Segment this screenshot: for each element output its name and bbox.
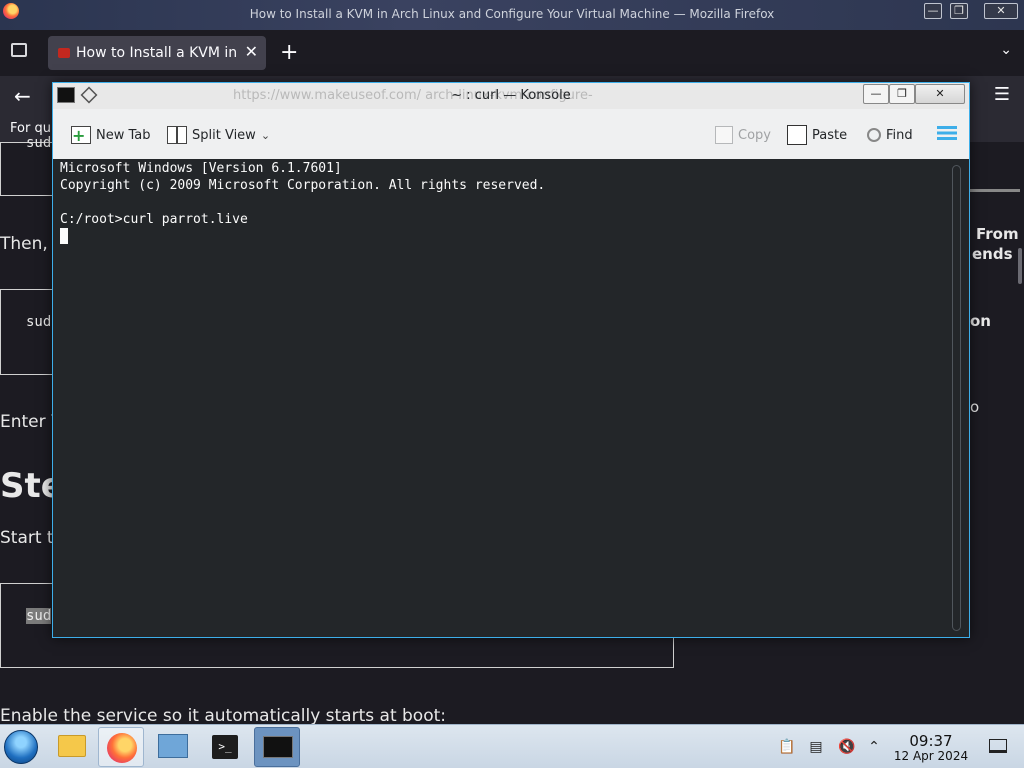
split-view-label: Split View bbox=[192, 127, 256, 143]
page-scrollbar[interactable] bbox=[1018, 248, 1022, 284]
clock-time[interactable]: 09:37 bbox=[900, 732, 962, 750]
volume-muted-icon[interactable]: 🔇 bbox=[838, 738, 855, 756]
sidebar-divider bbox=[968, 189, 1020, 192]
code-text: sud bbox=[26, 135, 52, 151]
terminal-line: C:/root>curl parrot.live bbox=[60, 212, 248, 227]
taskbar-item-terminal[interactable]: >_ bbox=[202, 727, 248, 767]
paste-icon bbox=[787, 125, 807, 145]
firefox-menu-icon[interactable]: ☰ bbox=[994, 84, 1010, 105]
konsole-maximize-button[interactable]: ❐ bbox=[889, 84, 915, 104]
folder-icon bbox=[58, 735, 86, 757]
find-button[interactable]: Find bbox=[867, 123, 913, 147]
firefox-close-button[interactable]: ✕ bbox=[984, 3, 1018, 19]
firefox-window-title: How to Install a KVM in Arch Linux and C… bbox=[249, 7, 775, 21]
terminal-line: Microsoft Windows [Version 6.1.7601] bbox=[60, 161, 342, 176]
terminal-output[interactable]: Microsoft Windows [Version 6.1.7601] Cop… bbox=[53, 159, 969, 637]
terminal-scrollbar[interactable] bbox=[952, 165, 961, 631]
firefox-tab-bar: How to Install a KVM in A ✕ + ⌄ bbox=[0, 30, 1024, 76]
konsole-icon bbox=[263, 736, 293, 758]
taskbar-item-remote-desktop[interactable] bbox=[150, 727, 196, 767]
sidebar-text[interactable]: ends bbox=[972, 245, 1013, 263]
firefox-icon bbox=[107, 733, 137, 763]
hamburger-menu-icon[interactable] bbox=[937, 126, 957, 140]
konsole-toolbar: New Tab Split View ⌄ Copy Paste Find bbox=[53, 109, 969, 159]
new-tab-label: New Tab bbox=[96, 127, 151, 143]
firefox-minimize-button[interactable]: — bbox=[924, 3, 942, 19]
taskbar-item-file-manager[interactable] bbox=[48, 727, 94, 767]
clipboard-icon[interactable]: 📋 bbox=[778, 738, 795, 756]
code-text: sud bbox=[26, 314, 52, 330]
tab-close-icon[interactable]: ✕ bbox=[245, 42, 258, 61]
firefox-tab-active[interactable]: How to Install a KVM in A ✕ bbox=[48, 36, 266, 70]
notes-icon[interactable]: ▤ bbox=[808, 738, 824, 756]
split-view-button[interactable]: Split View ⌄ bbox=[167, 123, 270, 147]
copy-button[interactable]: Copy bbox=[715, 123, 771, 147]
clock-date[interactable]: 12 Apr 2024 bbox=[893, 749, 969, 763]
chevron-up-icon[interactable]: ⌃ bbox=[866, 738, 882, 756]
bookmarks-hint: For qu bbox=[10, 121, 51, 136]
terminal-cursor bbox=[60, 228, 68, 244]
paste-button[interactable]: Paste bbox=[787, 123, 847, 147]
new-tab-button[interactable]: New Tab bbox=[71, 123, 151, 147]
konsole-window-title: ~ : curl — Konsole bbox=[451, 88, 571, 103]
back-arrow-icon[interactable]: ← bbox=[14, 84, 31, 108]
search-icon bbox=[867, 128, 881, 142]
new-tab-icon bbox=[71, 126, 91, 144]
sidebar-text[interactable]: on bbox=[970, 312, 991, 330]
konsole-titlebar[interactable]: https://www.makeuseof.com/ arch-linux-kv… bbox=[53, 83, 969, 109]
show-desktop-icon[interactable] bbox=[989, 739, 1007, 753]
chevron-down-icon[interactable]: ⌄ bbox=[1000, 42, 1012, 58]
taskbar-item-firefox[interactable] bbox=[98, 727, 144, 767]
sidebar-text[interactable]: From bbox=[976, 225, 1019, 243]
sidebar-text[interactable]: o bbox=[970, 398, 979, 416]
taskbar-item-konsole[interactable] bbox=[254, 727, 300, 767]
konsole-window: https://www.makeuseof.com/ arch-linux-kv… bbox=[52, 82, 970, 638]
tab-label: How to Install a KVM in A bbox=[76, 45, 236, 61]
code-text-selected: sud bbox=[26, 608, 52, 624]
tab-favicon-icon bbox=[58, 48, 70, 58]
firefox-titlebar: How to Install a KVM in Arch Linux and C… bbox=[0, 0, 1024, 30]
konsole-minimize-button[interactable]: — bbox=[863, 84, 889, 104]
article-paragraph: Start t bbox=[0, 528, 54, 548]
copy-icon bbox=[715, 126, 733, 144]
terminal-icon: >_ bbox=[212, 735, 238, 759]
tab-list-icon[interactable] bbox=[11, 43, 27, 57]
taskbar: >_ 📋 ▤ 🔇 ⌃ 09:37 12 Apr 2024 bbox=[0, 724, 1024, 768]
start-menu-icon[interactable] bbox=[4, 730, 38, 764]
chevron-down-icon[interactable]: ⌄ bbox=[261, 129, 270, 142]
copy-label: Copy bbox=[738, 127, 771, 143]
find-label: Find bbox=[886, 127, 913, 143]
terminal-line: Copyright (c) 2009 Microsoft Corporation… bbox=[60, 178, 546, 193]
firefox-maximize-button[interactable]: ❐ bbox=[950, 3, 968, 19]
article-paragraph: Enable the service so it automatically s… bbox=[0, 706, 446, 726]
new-tab-button[interactable]: + bbox=[280, 40, 298, 65]
paste-label: Paste bbox=[812, 127, 848, 143]
split-view-icon bbox=[167, 126, 187, 144]
konsole-close-button[interactable]: ✕ bbox=[915, 84, 965, 104]
remote-desktop-icon bbox=[158, 734, 188, 758]
